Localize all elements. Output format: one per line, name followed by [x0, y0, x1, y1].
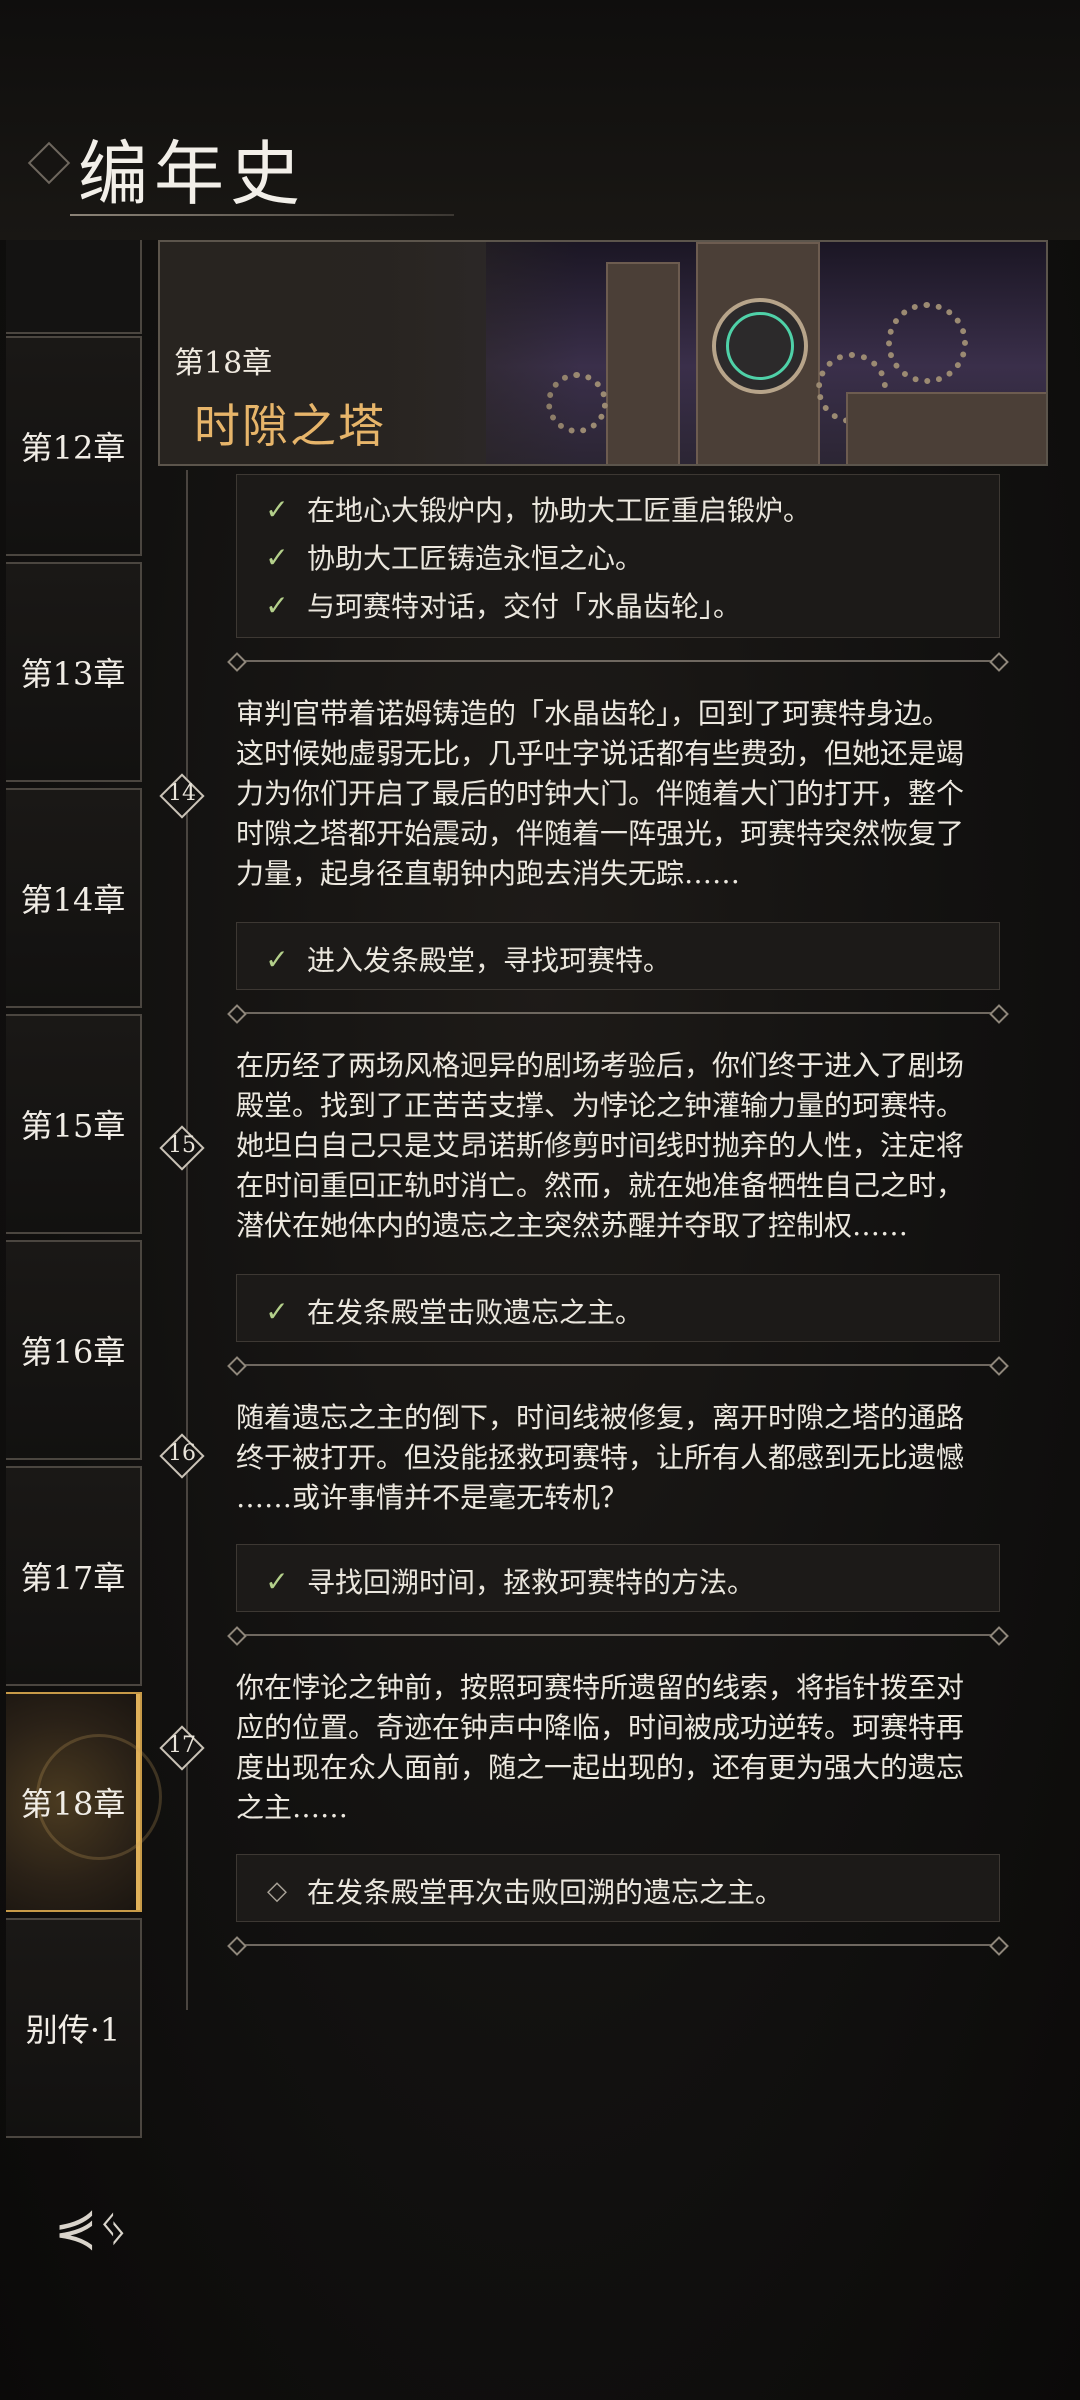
- check-icon: ✓: [265, 492, 289, 526]
- tab-side-story-1[interactable]: 别传·1: [6, 1918, 142, 2138]
- story-paragraph: 在历经了两场风格迥异的剧场考验后，你们终于进入了剧场 殿堂。找到了正苦苦支撑、为…: [236, 1049, 965, 1242]
- tab-chapter-17[interactable]: 第17章: [6, 1466, 142, 1686]
- chapter-sidebar: 第12章 第13章 第14章 第15章 第16章 第17章 第18章 别传·1: [0, 240, 162, 2140]
- game-logo-icon[interactable]: ⋞ᛃ: [54, 2198, 129, 2258]
- title-ornament-icon: [27, 141, 71, 185]
- objective-box: ✓ 在发条殿堂击败遗忘之主。: [236, 1274, 1000, 1342]
- timeline-node-number: 17: [168, 1733, 196, 1758]
- tab-chapter-18[interactable]: 第18章: [6, 1692, 162, 1912]
- section-divider: [236, 1634, 1000, 1636]
- tab-chapter-16[interactable]: 第16章: [6, 1240, 142, 1460]
- tab-label: 第18章: [20, 1785, 126, 1823]
- chapter-number: 第18章: [174, 346, 273, 381]
- tab-chapter-12[interactable]: 第12章: [6, 336, 142, 556]
- tab-label: 第14章: [20, 881, 126, 919]
- chapter-banner: 第18章 时隙之塔: [158, 240, 1048, 466]
- objective-box: ✓ 在地心大锻炉内，协助大工匠重启锻炉。 ✓ 协助大工匠铸造永恒之心。 ✓ 与珂赛特对…: [236, 474, 1000, 638]
- chapter-title: 时隙之塔: [194, 399, 386, 453]
- tab-label: 第16章: [20, 1333, 126, 1371]
- section-divider: [236, 1012, 1000, 1014]
- objective-item: ✓ 寻找回溯时间，拯救珂赛特的方法。: [261, 1561, 755, 1601]
- tab-chapter-13[interactable]: 第13章: [6, 562, 142, 782]
- diamond-outline-icon: ◇: [267, 1876, 287, 1906]
- tab-label: 第13章: [20, 655, 126, 693]
- objective-box: ✓ 寻找回溯时间，拯救珂赛特的方法。: [236, 1544, 1000, 1612]
- tab-label: 别传·1: [25, 2011, 121, 2049]
- objective-item: ✓ 在发条殿堂击败遗忘之主。: [261, 1291, 643, 1331]
- check-icon: ✓: [265, 942, 289, 976]
- timeline-node-number: 14: [168, 781, 196, 806]
- timeline-line: [186, 470, 188, 2010]
- section-divider: [236, 1364, 1000, 1366]
- tab-label: 第17章: [20, 1559, 126, 1597]
- check-icon: ✓: [265, 588, 289, 622]
- title-underline: [70, 214, 454, 216]
- tab-label: 第12章: [20, 429, 126, 467]
- tab-label: 第15章: [20, 1107, 126, 1145]
- objective-item: ✓ 在地心大锻炉内，协助大工匠重启锻炉。: [261, 489, 811, 529]
- check-icon: ✓: [265, 1294, 289, 1328]
- timeline-node-number: 16: [168, 1441, 196, 1466]
- objective-box: ◇ 在发条殿堂再次击败回溯的遗忘之主。: [236, 1854, 1000, 1922]
- tab-chapter-15[interactable]: 第15章: [6, 1014, 142, 1234]
- story-paragraph: 随着遗忘之主的倒下，时间线被修复，离开时隙之塔的通路 终于被打开。但没能拯救珂赛…: [236, 1401, 965, 1514]
- section-divider: [236, 660, 1000, 662]
- objective-item: ✓ 进入发条殿堂，寻找珂赛特。: [261, 939, 671, 979]
- check-icon: ✓: [265, 1564, 289, 1598]
- story-paragraph: 你在悖论之钟前，按照珂赛特所遗留的线索，将指针拨至对 应的位置。奇迹在钟声中降临…: [236, 1671, 965, 1824]
- section-divider: [236, 1944, 1000, 1946]
- timeline-node-number: 15: [168, 1133, 196, 1158]
- objective-item: ✓ 协助大工匠铸造永恒之心。: [261, 537, 643, 577]
- objective-box: ✓ 进入发条殿堂，寻找珂赛特。: [236, 922, 1000, 990]
- page-title: 编年史: [78, 133, 306, 215]
- story-paragraph: 审判官带着诺姆铸造的「水晶齿轮」，回到了珂赛特身边。 这时候她虚弱无比，几乎吐字…: [236, 697, 965, 890]
- tab-chapter-14[interactable]: 第14章: [6, 788, 142, 1008]
- header: 编年史: [0, 0, 1080, 240]
- objective-item: ◇ 在发条殿堂再次击败回溯的遗忘之主。: [261, 1871, 783, 1911]
- objective-item: ✓ 与珂赛特对话，交付「水晶齿轮」。: [261, 585, 741, 625]
- check-icon: ✓: [265, 540, 289, 574]
